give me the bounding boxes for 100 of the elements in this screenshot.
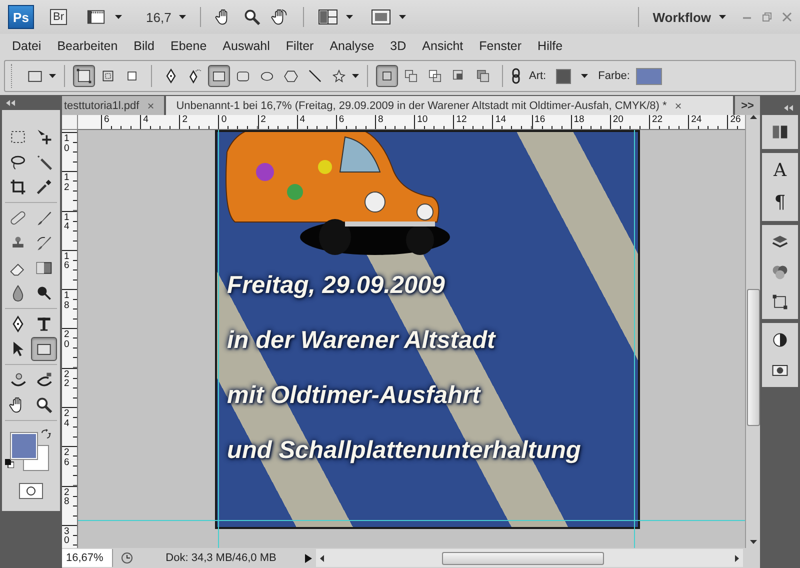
ruler-number: 4 <box>140 115 180 129</box>
style-swatch[interactable] <box>556 68 572 84</box>
path-icon <box>771 293 789 311</box>
tab-close-button[interactable]: × <box>674 98 682 112</box>
menu-item[interactable]: Bild <box>126 39 162 53</box>
adjustments-icon <box>771 331 789 349</box>
rectangle-tool-button[interactable] <box>31 337 57 361</box>
app-logo[interactable]: Ps <box>8 5 34 29</box>
scroll-down-icon <box>750 540 756 544</box>
zoom-field[interactable]: 16,67% <box>62 549 113 567</box>
lasso-icon <box>9 153 27 171</box>
close-icon <box>782 12 792 22</box>
quick-mask-button[interactable] <box>19 483 43 499</box>
tab-title: Unbenannt-1 bei 16,7% (Freitag, 29.09.2009 in der Warener Altstadt mit Oldtimer-Ausfah, CMYK/8) * <box>176 100 667 112</box>
ruler-number: 22 <box>64 370 70 389</box>
path-icon <box>100 68 116 84</box>
ruler-number: 10 <box>414 115 454 129</box>
ruler-number: 2 <box>179 115 218 129</box>
rotate-3d-icon <box>9 371 27 389</box>
menu-item[interactable]: Auswahl <box>214 39 278 53</box>
film-strip-icon <box>85 8 107 26</box>
exclude-shape-icon <box>475 68 491 84</box>
foreground-color-swatch[interactable] <box>11 433 37 459</box>
paragraph-panel-button[interactable]: ¶ <box>774 193 786 213</box>
ruler-number: 16 <box>64 252 70 271</box>
color-label: Farbe: <box>598 70 630 82</box>
menu-item[interactable]: Bearbeiten <box>49 39 126 53</box>
ruler-number: 12 <box>64 173 70 192</box>
pin-icon <box>35 284 53 302</box>
zoom-level-dropdown[interactable]: 16,7 <box>144 8 188 26</box>
histogram-panel-button[interactable] <box>771 123 789 141</box>
tab-title: testtutoria1l.pdf <box>64 100 140 112</box>
freeform-pen-icon <box>187 68 203 84</box>
history-brush-icon <box>35 234 53 252</box>
search-icon <box>35 396 53 414</box>
channels-icon <box>771 263 789 281</box>
menu-item[interactable]: Fenster <box>471 39 530 53</box>
default-colors-icon[interactable] <box>5 459 14 468</box>
document-tab[interactable]: testtutoria1l.pdf × <box>62 96 166 115</box>
layout-grid-icon <box>318 9 338 25</box>
search-icon <box>243 8 262 26</box>
ruler-number: 0 <box>218 115 258 129</box>
crop-icon <box>9 178 27 196</box>
menu-item[interactable]: Ebene <box>162 39 215 53</box>
hexagon-icon <box>283 68 299 84</box>
caret-icon <box>399 15 406 19</box>
subtract-shape-icon <box>427 68 443 84</box>
ruler-number: 24 <box>64 409 70 428</box>
bridge-button[interactable]: Br <box>50 9 67 25</box>
character-panel-button[interactable]: A <box>774 161 786 181</box>
channels-panel-button[interactable] <box>771 263 789 281</box>
shape-layer-icon <box>76 68 92 84</box>
magic-wand-icon <box>35 153 53 171</box>
menu-item[interactable]: Ansicht <box>414 39 472 53</box>
status-menu-button[interactable] <box>305 554 312 562</box>
rectangle-tool-button[interactable] <box>208 65 230 87</box>
path-panel-button[interactable] <box>771 293 789 311</box>
ruler-number: 30 <box>64 526 70 546</box>
workspace-dropdown[interactable]: Workflow <box>650 8 728 26</box>
play-icon <box>305 554 312 562</box>
caret-icon <box>179 15 186 19</box>
menu-item[interactable]: Datei <box>4 39 50 53</box>
ruler-number: 14 <box>64 212 70 232</box>
style-label: Art: <box>529 70 546 82</box>
document-tab[interactable]: Unbenannt-1 bei 16,7% (Freitag, 29.09.2009 in der Warener Altstadt mit Oldtimer-Ausfah, CMYK/8) * × <box>166 96 735 115</box>
caret-icon <box>581 74 588 78</box>
screen-frame-icon <box>371 9 392 25</box>
menu-item[interactable]: Filter <box>278 39 322 53</box>
document-info: Dok: 34,3 MB/46,0 MB <box>164 552 278 564</box>
background-color-swatch[interactable] <box>23 445 49 471</box>
new-tool-button[interactable] <box>376 65 398 87</box>
color-swatch[interactable] <box>636 68 662 84</box>
histogram-icon <box>771 123 789 141</box>
arrange-documents-button[interactable] <box>316 7 356 27</box>
scrollbar-thumb[interactable] <box>442 552 604 564</box>
menu-item[interactable]: Analyse <box>322 39 382 53</box>
shape-layers-tool-button[interactable] <box>73 65 95 87</box>
ruler-number: 12 <box>453 115 492 129</box>
scrollbar-thumb[interactable] <box>746 289 760 426</box>
ruler-number: 14 <box>492 115 532 129</box>
menu-item[interactable]: Hilfe <box>530 39 571 53</box>
caret-icon <box>719 15 726 19</box>
brush-icon <box>35 209 53 227</box>
gradient-icon <box>35 259 53 277</box>
restore-icon <box>762 12 772 22</box>
eyedropper-icon <box>35 178 53 196</box>
screen-mode-button[interactable] <box>369 7 408 27</box>
vertical-scrollbar[interactable] <box>745 115 760 548</box>
tabs-overflow-button[interactable]: >> <box>735 96 760 115</box>
caret-icon <box>352 74 359 78</box>
swap-colors-icon[interactable] <box>41 429 51 439</box>
ruler-number: 28 <box>64 488 70 507</box>
horizontal-scrollbar[interactable] <box>316 549 743 567</box>
type-icon <box>35 315 53 333</box>
tab-close-button[interactable]: × <box>147 98 154 112</box>
adjustments-panel-button[interactable] <box>771 331 789 349</box>
marquee-icon <box>9 128 27 146</box>
menu-item[interactable]: 3D <box>382 39 414 53</box>
ruler-number: 10 <box>64 134 70 153</box>
ruler-number: 20 <box>64 330 70 350</box>
